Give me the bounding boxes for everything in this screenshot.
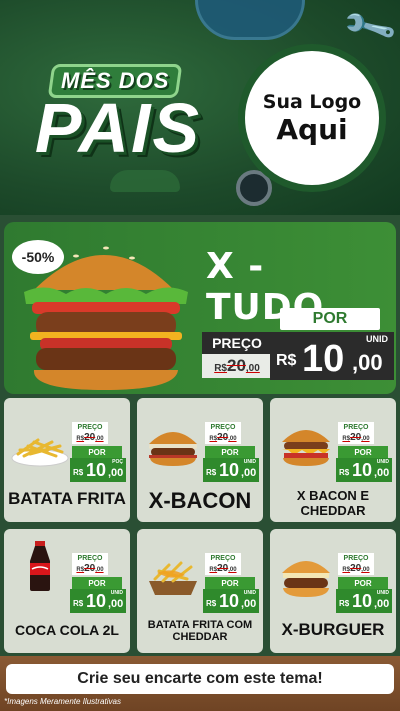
old-price: R$20,00 [338, 432, 374, 444]
product-card[interactable]: PREÇO R$20,00 POR UNID R$ 10 ,00 X BACON… [270, 398, 396, 522]
cta-banner[interactable]: Crie seu encarte com este tema! [6, 664, 394, 694]
product-name: X-BURGUER [281, 620, 385, 639]
preco-label: PREÇO [202, 332, 272, 354]
price-integer: 10 [352, 460, 373, 480]
currency-symbol: R$ [339, 468, 350, 477]
price-cents: ,00 [374, 598, 390, 610]
mustache-decoration [110, 170, 180, 192]
product-name: X BACON E CHEDDAR [296, 488, 370, 518]
preco-label: PREÇO [205, 422, 241, 432]
old-price: R$20,00 [72, 563, 108, 575]
preco-label: PREÇO [72, 422, 108, 432]
price-cents: ,00 [108, 467, 124, 479]
old-price: R$20,00 [214, 356, 260, 375]
wrench-icon: 🔧 [339, 0, 399, 56]
price-integer: 10 [302, 338, 345, 380]
old-price: R$20,00 [205, 563, 241, 575]
price-tag: UNID R$ 10 ,00 [203, 458, 259, 482]
price-tag: UNID R$ 10 ,00 [336, 589, 392, 613]
price-integer: 10 [219, 460, 240, 480]
product-name: COCA COLA 2L [15, 622, 119, 638]
burger-icon [282, 430, 330, 466]
currency-symbol: R$ [73, 468, 84, 477]
price-tag: UNID R$ 10 ,00 [70, 589, 126, 613]
burger-icon [282, 561, 330, 597]
price-cents: ,00 [352, 350, 383, 375]
currency-symbol: R$ [73, 599, 84, 608]
currency-symbol: R$ [206, 468, 217, 477]
price-cents: ,00 [374, 467, 390, 479]
product-card[interactable]: PREÇO R$20,00 POR UNID R$ 10 ,00 X-BURGU… [270, 529, 396, 653]
logo-placeholder[interactable]: Sua Logo Aqui [238, 44, 386, 192]
price-integer: 10 [86, 591, 107, 611]
price-cents: ,00 [108, 598, 124, 610]
logo-text-line2: Aqui [276, 112, 348, 146]
unit-label: UNID [376, 590, 389, 596]
disclaimer-text: *Imagens Meramente Ilustrativas [4, 697, 121, 706]
price-integer: 10 [352, 591, 373, 611]
por-label: POR [72, 446, 122, 458]
price-integer: 10 [86, 460, 107, 480]
preco-label: PREÇO [72, 553, 108, 563]
por-label: POR [72, 577, 122, 589]
product-card[interactable]: PREÇO R$20,00 POR UNID R$ 10 ,00 X-BACON [137, 398, 263, 522]
old-price: R$20,00 [338, 563, 374, 575]
product-card[interactable]: PREÇO R$20,00 POR UNID R$ 10 ,00 BATATA … [137, 529, 263, 653]
currency-symbol: R$ [276, 352, 297, 369]
por-label: POR [205, 577, 255, 589]
price-integer: 10 [219, 591, 240, 611]
header-banner: 🔧 MÊS DOS PAIS Sua Logo Aqui [0, 0, 400, 215]
unit-label: UNID [110, 590, 123, 596]
product-name: BATATA FRITA COM CHEDDAR [147, 619, 253, 643]
tie-decoration [195, 0, 305, 40]
unit-label: UNID [366, 334, 388, 344]
featured-product-card[interactable]: -50% X - TUDO POR PREÇO R$20,00 UNID R$ … [4, 222, 396, 394]
price-tag: POÇ R$ 10 ,00 [70, 458, 126, 482]
unit-label: UNID [243, 459, 256, 465]
currency-symbol: R$ [206, 599, 217, 608]
price-cents: ,00 [241, 598, 257, 610]
page-title: PAIS [34, 89, 202, 167]
por-label: POR [338, 446, 388, 458]
currency-symbol: R$ [339, 599, 350, 608]
burger-icon [149, 432, 197, 466]
product-card[interactable]: PREÇO R$20,00 POR UNID R$ 10 ,00 COCA CO… [4, 529, 130, 653]
por-label: POR [338, 577, 388, 589]
product-name: X-BACON [148, 488, 252, 513]
product-card[interactable]: PREÇO R$20,00 POR POÇ R$ 10 ,00 BATATA F… [4, 398, 130, 522]
fries-icon [11, 438, 69, 467]
unit-label: UNID [243, 590, 256, 596]
preco-label: PREÇO [338, 422, 374, 432]
price-tag: UNID R$ 10 ,00 [336, 458, 392, 482]
unit-label: UNID [376, 459, 389, 465]
por-label: POR [205, 446, 255, 458]
soda-bottle-icon [30, 541, 50, 591]
price-tag: UNID R$ 10 ,00 [270, 332, 394, 380]
featured-por-label: POR [280, 308, 380, 330]
old-price: R$20,00 [72, 432, 108, 444]
fries-cheddar-icon [149, 561, 197, 595]
product-name: BATATA FRITA [8, 489, 126, 508]
logo-text-line1: Sua Logo [262, 90, 362, 113]
unit-label: POÇ [112, 459, 123, 465]
preco-label: PREÇO [338, 553, 374, 563]
price-cents: ,00 [241, 467, 257, 479]
old-price: R$20,00 [205, 432, 241, 444]
discount-badge: -50% [12, 240, 64, 274]
price-tag: UNID R$ 10 ,00 [203, 589, 259, 613]
preco-label: PREÇO [205, 553, 241, 563]
